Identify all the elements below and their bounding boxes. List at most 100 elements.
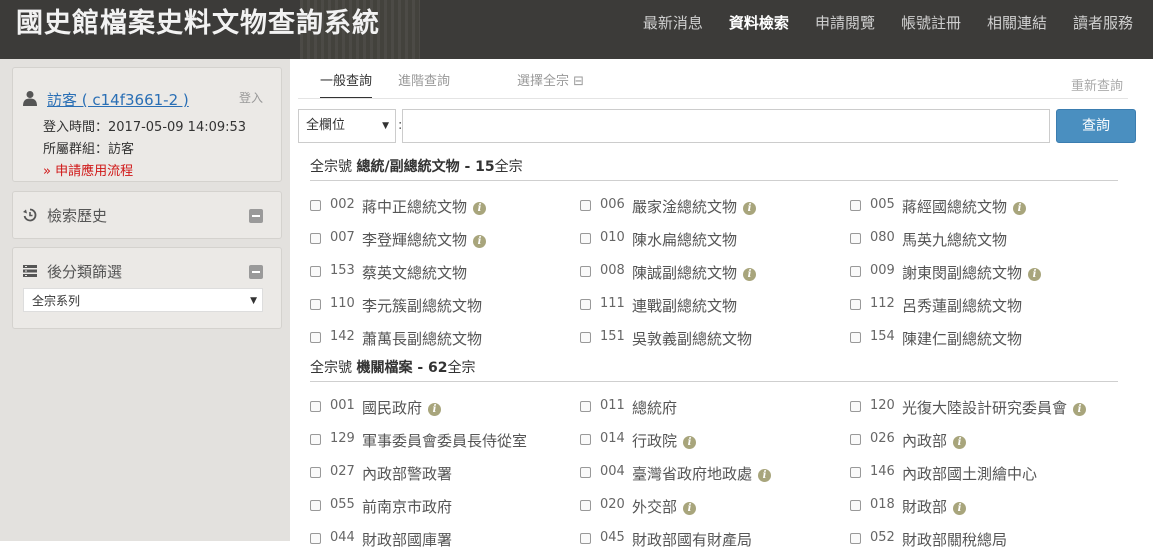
reset-search-link[interactable]: 重新查詢 — [1071, 75, 1123, 94]
fonds-name[interactable]: 財政部國有財產局 — [632, 529, 752, 550]
fonds-checkbox[interactable] — [310, 299, 321, 310]
fonds-name[interactable]: 行政院 i — [632, 430, 697, 451]
fonds-checkbox[interactable] — [580, 200, 591, 211]
fonds-checkbox[interactable] — [310, 401, 321, 412]
fonds-name[interactable]: 外交部 i — [632, 496, 697, 517]
fonds-checkbox[interactable] — [580, 332, 591, 343]
info-icon[interactable]: i — [758, 469, 772, 482]
nav-reader-service[interactable]: new 讀者服務 — [1073, 0, 1133, 59]
fonds-name[interactable]: 總統府 — [632, 397, 677, 418]
fonds-checkbox[interactable] — [850, 299, 861, 310]
history-title[interactable]: 檢索歷史 — [47, 205, 107, 226]
fonds-checkbox[interactable] — [580, 533, 591, 544]
fonds-checkbox[interactable] — [850, 467, 861, 478]
fonds-name[interactable]: 馬英九總統文物 — [902, 229, 1007, 250]
fonds-name-label: 蔡英文總統文物 — [362, 264, 468, 282]
fonds-checkbox[interactable] — [310, 266, 321, 277]
fonds-name[interactable]: 財政部國庫署 — [362, 529, 452, 550]
fonds-name[interactable]: 內政部 i — [902, 430, 967, 451]
fonds-name[interactable]: 財政部關稅總局 — [902, 529, 1007, 550]
fonds-name[interactable]: 財政部 i — [902, 496, 967, 517]
fonds-checkbox[interactable] — [310, 332, 321, 343]
fonds-checkbox[interactable] — [310, 500, 321, 511]
info-icon[interactable]: i — [683, 502, 697, 515]
fonds-name[interactable]: 軍事委員會委員長侍從室 — [362, 430, 527, 451]
info-icon[interactable]: i — [473, 235, 487, 248]
fonds-name[interactable]: 嚴家淦總統文物 i — [632, 196, 757, 217]
fonds-name[interactable]: 內政部警政署 — [362, 463, 452, 484]
fonds-checkbox[interactable] — [850, 533, 861, 544]
tab-advanced-search[interactable]: 進階查詢 — [398, 71, 450, 97]
fonds-checkbox[interactable] — [850, 266, 861, 277]
fonds-checkbox[interactable] — [580, 299, 591, 310]
fonds-name[interactable]: 蔣中正總統文物 i — [362, 196, 487, 217]
fonds-name[interactable]: 陳水扁總統文物 — [632, 229, 737, 250]
search-button[interactable]: 查詢 — [1056, 109, 1136, 143]
fonds-name[interactable]: 陳誠副總統文物 i — [632, 262, 757, 283]
fonds-checkbox[interactable] — [850, 434, 861, 445]
fonds-checkbox[interactable] — [580, 401, 591, 412]
filter-collapse-icon[interactable] — [249, 265, 263, 279]
fonds-checkbox[interactable] — [310, 200, 321, 211]
nav-apply[interactable]: 申請閱覽 — [815, 0, 875, 59]
filter-title[interactable]: 後分類篩選 — [47, 261, 122, 282]
fonds-name[interactable]: 內政部國土測繪中心 — [902, 463, 1037, 484]
history-collapse-icon[interactable] — [249, 209, 263, 223]
fonds-name[interactable]: 呂秀蓮副總統文物 — [902, 295, 1022, 316]
info-icon[interactable]: i — [953, 502, 967, 515]
fonds-name[interactable]: 李元簇副總統文物 — [362, 295, 482, 316]
site-title[interactable]: 國史館檔案史料文物查詢系統 — [16, 6, 380, 42]
nav-search[interactable]: 資料檢索 — [729, 0, 789, 59]
info-icon[interactable]: i — [953, 436, 967, 449]
fonds-name[interactable]: 國民政府 i — [362, 397, 442, 418]
fonds-checkbox[interactable] — [850, 332, 861, 343]
nav-news[interactable]: 最新消息 — [643, 0, 703, 59]
info-icon[interactable]: i — [1013, 202, 1027, 215]
fonds-checkbox[interactable] — [850, 200, 861, 211]
fonds-checkbox[interactable] — [310, 533, 321, 544]
fonds-code: 111 — [600, 296, 625, 311]
fonds-name[interactable]: 光復大陸設計研究委員會 i — [902, 397, 1087, 418]
fonds-checkbox[interactable] — [580, 467, 591, 478]
nav-links[interactable]: 相關連結 — [987, 0, 1047, 59]
fonds-name[interactable]: 謝東閔副總統文物 i — [902, 262, 1042, 283]
user-name-link[interactable]: 訪客 ( c14f3661-2 ) — [47, 89, 189, 110]
fonds-name[interactable]: 陳建仁副總統文物 — [902, 328, 1022, 349]
info-icon[interactable]: i — [1028, 268, 1042, 281]
fonds-checkbox[interactable] — [580, 233, 591, 244]
fonds-name[interactable]: 蔡英文總統文物 — [362, 262, 467, 283]
fonds-checkbox[interactable] — [850, 401, 861, 412]
fonds-checkbox[interactable] — [310, 233, 321, 244]
info-icon[interactable]: i — [743, 202, 757, 215]
info-icon[interactable]: i — [743, 268, 757, 281]
field-select[interactable]: 全欄位 ▼ — [298, 109, 396, 143]
tab-select-fonds[interactable]: 選擇全宗 ⊟ — [517, 71, 584, 97]
fonds-checkbox[interactable] — [310, 434, 321, 445]
fonds-name[interactable]: 蔣經國總統文物 i — [902, 196, 1027, 217]
fonds-checkbox[interactable] — [310, 467, 321, 478]
info-icon[interactable]: i — [1073, 403, 1087, 416]
search-input[interactable] — [402, 109, 1050, 143]
info-icon[interactable]: i — [473, 202, 487, 215]
apply-process-link[interactable]: » 申請應用流程 — [43, 160, 133, 179]
fonds-name[interactable]: 吳敦義副總統文物 — [632, 328, 752, 349]
info-icon[interactable]: i — [683, 436, 697, 449]
fonds-name[interactable]: 李登輝總統文物 i — [362, 229, 487, 250]
fonds-name[interactable]: 蕭萬長副總統文物 — [362, 328, 482, 349]
filter-select[interactable]: 全宗系列 ▼ — [23, 288, 263, 312]
fonds-name[interactable]: 前南京市政府 — [362, 496, 452, 517]
login-link[interactable]: 登入 — [239, 89, 263, 106]
fonds-checkbox[interactable] — [850, 500, 861, 511]
section-prefix: 全宗號 — [310, 159, 357, 175]
fonds-name-label: 蔣經國總統文物 — [902, 198, 1008, 216]
fonds-checkbox[interactable] — [580, 266, 591, 277]
fonds-checkbox[interactable] — [850, 233, 861, 244]
fonds-name[interactable]: 連戰副總統文物 — [632, 295, 737, 316]
fonds-name[interactable]: 臺灣省政府地政處 i — [632, 463, 772, 484]
fonds-name-label: 國民政府 — [362, 399, 423, 417]
fonds-checkbox[interactable] — [580, 500, 591, 511]
info-icon[interactable]: i — [428, 403, 442, 416]
fonds-checkbox[interactable] — [580, 434, 591, 445]
tab-general-search[interactable]: 一般查詢 — [320, 71, 373, 99]
nav-register[interactable]: 帳號註冊 — [901, 0, 961, 59]
